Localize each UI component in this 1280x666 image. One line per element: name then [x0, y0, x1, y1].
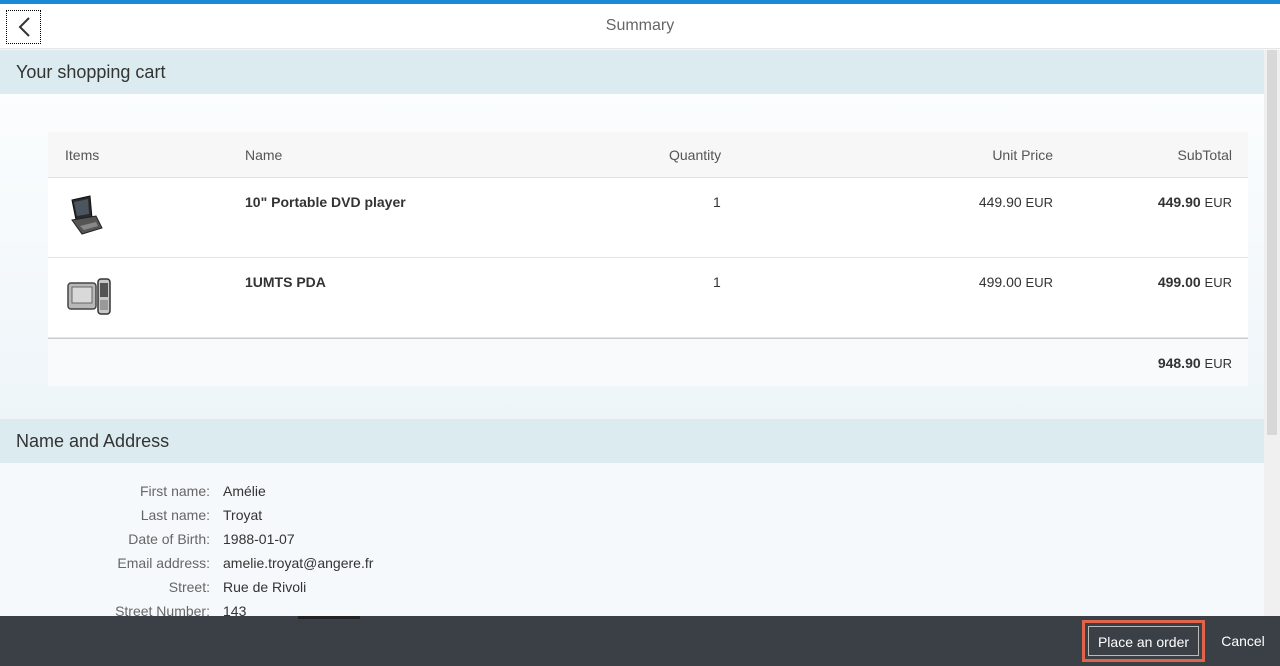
subtotal-value: 499.00	[1157, 274, 1201, 290]
cart-total-currency: EUR	[1204, 356, 1232, 371]
subtotal-currency: EUR	[1204, 275, 1232, 290]
scrollbar-thumb[interactable]	[1267, 50, 1277, 435]
item-subtotal: 449.90 EUR	[1158, 194, 1232, 210]
form-label: Last name:	[140, 507, 210, 523]
column-header-quantity: Quantity	[669, 147, 722, 163]
table-row[interactable]: 10" Portable DVD player 1 449.90 EUR 449…	[48, 178, 1248, 258]
form-label: Date of Birth:	[128, 531, 210, 547]
item-unit-price: 499.00 EUR	[979, 274, 1053, 290]
unit-price-currency: EUR	[1025, 275, 1053, 290]
subtotal-value: 449.90	[1157, 194, 1201, 210]
unit-price-currency: EUR	[1025, 195, 1053, 210]
item-name: 10" Portable DVD player	[245, 194, 406, 210]
form-row-street-number: Street Number: 143	[0, 603, 600, 616]
cart-total: 948.90 EUR	[1158, 355, 1232, 371]
form-value: amelie.troyat@angere.fr	[223, 555, 374, 571]
form-value: 143	[223, 603, 247, 616]
item-quantity: 1	[713, 274, 721, 290]
form-value: 1988-01-07	[223, 531, 295, 547]
cart-area: Items Name Quantity Unit Price SubTotal …	[0, 94, 1264, 419]
place-order-button[interactable]: Place an order	[1082, 620, 1205, 662]
footer-toolbar: Place an order Cancel	[0, 616, 1280, 666]
cart-total-value: 948.90	[1157, 355, 1201, 371]
form-value: Troyat	[223, 507, 263, 523]
form-row-last-name: Last name: Troyat	[0, 507, 600, 527]
form-label: Email address:	[117, 555, 210, 571]
item-subtotal: 499.00 EUR	[1158, 274, 1232, 290]
address-form: First name: Amélie Last name: Troyat Dat…	[0, 463, 1264, 616]
form-row-date-of-birth: Date of Birth: 1988-01-07	[0, 531, 600, 551]
column-header-subtotal: SubTotal	[1177, 147, 1232, 163]
column-header-name: Name	[245, 147, 283, 163]
cart-section-title: Your shopping cart	[0, 50, 1264, 94]
form-label: First name:	[139, 483, 210, 499]
cart-table: Items Name Quantity Unit Price SubTotal …	[48, 132, 1248, 386]
item-name: 1UMTS PDA	[245, 274, 326, 290]
address-section-title: Name and Address	[0, 419, 1264, 463]
cart-total-row: 948.90 EUR	[48, 338, 1248, 386]
form-label: Street:	[168, 579, 210, 595]
focus-indicator	[298, 616, 360, 619]
subtotal-currency: EUR	[1204, 195, 1232, 210]
form-row-email: Email address: amelie.troyat@angere.fr	[0, 555, 600, 575]
form-row-first-name: First name: Amélie	[0, 483, 600, 503]
main-content[interactable]: Your shopping cart Items Name Quantity U…	[0, 50, 1264, 616]
page-title: Summary	[605, 17, 675, 34]
dvd-player-icon	[66, 194, 106, 241]
form-value: Amélie	[223, 483, 266, 499]
form-label: Street Number:	[115, 603, 210, 616]
item-unit-price: 449.90 EUR	[979, 194, 1053, 210]
form-row-street: Street: Rue de Rivoli	[0, 579, 600, 599]
column-header-unit-price: Unit Price	[992, 147, 1053, 163]
cancel-button[interactable]: Cancel	[1213, 628, 1273, 654]
page-header: Summary	[0, 4, 1280, 49]
unit-price-value: 449.90	[978, 194, 1022, 210]
table-header: Items Name Quantity Unit Price SubTotal	[48, 132, 1248, 178]
item-quantity: 1	[713, 194, 721, 210]
pda-icon	[66, 278, 112, 319]
form-value: Rue de Rivoli	[223, 579, 307, 595]
table-row[interactable]: 1UMTS PDA 1 499.00 EUR 499.00 EUR	[48, 258, 1248, 338]
vertical-scrollbar[interactable]	[1264, 50, 1280, 616]
column-header-items: Items	[65, 147, 100, 163]
place-order-label: Place an order	[1088, 626, 1199, 656]
unit-price-value: 499.00	[978, 274, 1022, 290]
